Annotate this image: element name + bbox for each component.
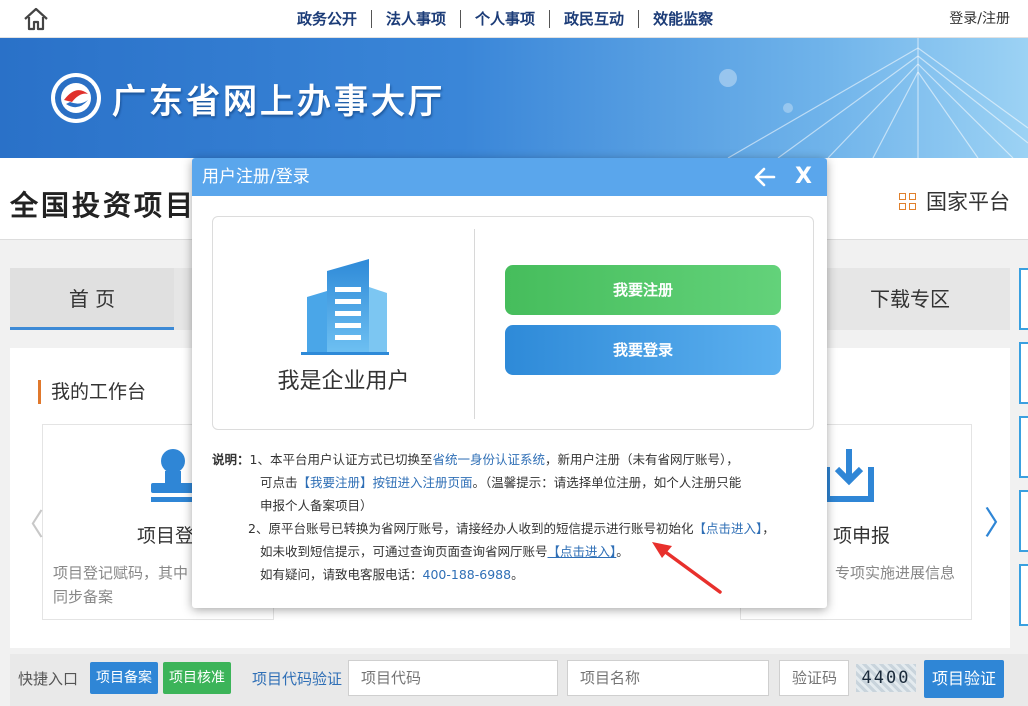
project-code-input[interactable] [348,660,558,696]
back-arrow-icon[interactable] [752,164,778,190]
card-title: 项目登 [137,525,195,547]
main-nav: 政务公开 法人事项 个人事项 政民互动 效能监察 [283,0,727,38]
close-icon[interactable]: X [795,158,812,196]
unified-auth-link[interactable]: 省统一身份认证系统 [432,452,545,467]
note-text: 。（温馨提示：请选择单位注册，如个人注册只能 [472,475,742,490]
national-platform-label: 国家平台 [926,190,1010,214]
panel-divider [474,229,475,419]
side-float-item [1019,490,1028,552]
login-register-link[interactable]: 登录/注册 [949,0,1010,38]
nav-item-personal-affairs[interactable]: 个人事项 [461,0,549,38]
init-account-link[interactable]: 【点击进入】 [693,521,762,536]
register-login-dialog: 用户注册/登录 X 我是企业用户 我要注册 我要登录 说明：1、本平台用户认证方… [192,158,827,608]
note-text: 。 [616,544,629,559]
card-desc-line: 同步备案 [53,588,114,606]
note-text: 如有疑问，请致电客服电话： [260,567,423,582]
dialog-header: 用户注册/登录 X [192,158,827,196]
site-banner: 广东省网上办事大厅 [0,38,1028,158]
register-page-link[interactable]: 【我要注册】按钮进入注册页面 [298,475,473,490]
grid-icon [899,192,916,210]
captcha-image[interactable]: 4400 [856,664,916,692]
note-text: 1、本平台用户认证方式已切换至 [249,452,433,467]
note-text: ，新用户注册（未有省网厅账号）， [545,452,739,467]
home-icon[interactable] [22,6,50,32]
download-tray-icon [824,449,874,502]
quick-entry-bar: 快捷入口 项目备案 项目核准 项目代码验证 4400 项目验证 [10,654,1028,706]
enterprise-user-label: 我是企业用户 [277,369,410,394]
tab-download[interactable]: 下载专区 [810,268,1010,330]
notes-label: 说明： [212,452,250,467]
note-text: 可点击 [260,475,298,490]
note-text: 如未收到短信提示，可通过查询页面查询省网厅账号 [260,544,548,559]
top-nav-bar: 政务公开 法人事项 个人事项 政民互动 效能监察 登录/注册 [0,0,1028,38]
code-verify-label: 项目代码验证 [252,670,343,688]
national-platform-link[interactable]: 国家平台 [899,186,1010,216]
note-text: 申报个人备案项目） [260,498,373,513]
site-title: 广东省网上办事大厅 [112,82,445,122]
dialog-title: 用户注册/登录 [202,167,310,187]
card-desc: 项目登记赋码，其中 同步备案 [53,561,188,609]
project-verify-button[interactable]: 项目验证 [924,660,1004,698]
register-button[interactable]: 我要注册 [505,265,781,315]
bridge-decoration [719,38,1028,158]
nav-item-interaction[interactable]: 政民互动 [550,0,638,38]
carousel-next-icon[interactable]: 〉 [984,498,1016,544]
card-desc-line: 项目登记赋码，其中 [53,564,189,582]
red-pointer-arrow-icon [652,542,722,594]
service-phone[interactable]: 400-188-6988 [423,567,512,582]
quick-entry-label: 快捷入口 [18,670,79,688]
tab-home[interactable]: 首 页 [10,268,174,330]
side-float-item [1019,268,1028,330]
nav-item-supervision[interactable]: 效能监察 [639,0,727,38]
nav-item-gov-open[interactable]: 政务公开 [283,0,371,38]
nav-item-legal-affairs[interactable]: 法人事项 [372,0,460,38]
user-type-panel: 我是企业用户 我要注册 我要登录 [212,216,814,430]
query-account-link[interactable]: 【点击进入】 [548,544,617,559]
building-icon [301,259,389,355]
page-title: 全国投资项目 [10,189,197,222]
side-float-item [1019,564,1028,626]
note-text: 2、原平台账号已转换为省网厅账号，请接经办人收到的短信提示进行账号初始化 [248,521,694,536]
note-text: 。 [511,567,524,582]
carousel-prev-icon[interactable]: 〈 [14,500,44,544]
site-logo-icon [51,73,101,123]
quick-filing-button[interactable]: 项目备案 [90,662,158,694]
side-float-item [1019,342,1028,404]
quick-approval-button[interactable]: 项目核准 [163,662,231,694]
captcha-input[interactable] [779,660,849,696]
card-desc: 专项实施进展信息 [835,564,956,582]
project-name-input[interactable] [567,660,769,696]
login-button[interactable]: 我要登录 [505,325,781,375]
note-text: ， [762,521,775,536]
side-float-item [1019,416,1028,478]
side-float-bar[interactable] [1019,268,1028,638]
workspace-title: 我的工作台 [38,380,146,404]
card-title: 项申报 [833,525,891,547]
